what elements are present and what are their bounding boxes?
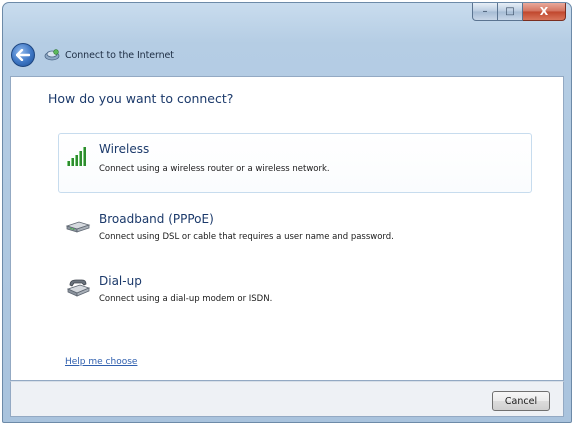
dialog-footer: Cancel bbox=[10, 381, 564, 417]
option-wireless-description: Connect using a wireless router or a wir… bbox=[99, 164, 330, 174]
back-arrow-icon bbox=[16, 49, 30, 61]
dialup-phone-icon bbox=[65, 276, 91, 300]
close-icon: X bbox=[539, 5, 549, 18]
wireless-signal-icon bbox=[65, 144, 91, 168]
network-globe-icon bbox=[43, 48, 61, 62]
maximize-icon: □ bbox=[505, 6, 515, 17]
option-dialup-title: Dial-up bbox=[99, 274, 142, 288]
cancel-button[interactable]: Cancel bbox=[492, 391, 550, 411]
page-heading: How do you want to connect? bbox=[48, 91, 234, 106]
option-dialup[interactable]: Dial-up Connect using a dial-up modem or… bbox=[58, 263, 532, 323]
minimize-icon: – bbox=[482, 6, 488, 17]
option-broadband-title: Broadband (PPPoE) bbox=[99, 212, 214, 226]
window-title: Connect to the Internet bbox=[65, 49, 174, 61]
option-dialup-description: Connect using a dial-up modem or ISDN. bbox=[99, 294, 273, 304]
navigation-row: Connect to the Internet bbox=[11, 43, 174, 67]
minimize-button[interactable]: – bbox=[472, 3, 498, 21]
back-button[interactable] bbox=[11, 43, 35, 67]
option-broadband-description: Connect using DSL or cable that requires… bbox=[99, 232, 394, 242]
option-broadband[interactable]: Broadband (PPPoE) Connect using DSL or c… bbox=[58, 201, 532, 261]
content-panel: How do you want to connect? Wireless Con bbox=[10, 76, 564, 381]
broadband-modem-icon bbox=[65, 214, 91, 238]
connect-dialog-window: – □ X Connect to the Internet How do you… bbox=[2, 2, 572, 423]
title-bar[interactable]: – □ X bbox=[3, 3, 571, 37]
caption-buttons: – □ X bbox=[472, 3, 566, 22]
close-button[interactable]: X bbox=[523, 3, 566, 21]
option-wireless[interactable]: Wireless Connect using a wireless router… bbox=[58, 133, 532, 193]
help-me-choose-link[interactable]: Help me choose bbox=[65, 357, 137, 367]
maximize-button[interactable]: □ bbox=[498, 3, 523, 21]
option-wireless-title: Wireless bbox=[99, 142, 150, 156]
